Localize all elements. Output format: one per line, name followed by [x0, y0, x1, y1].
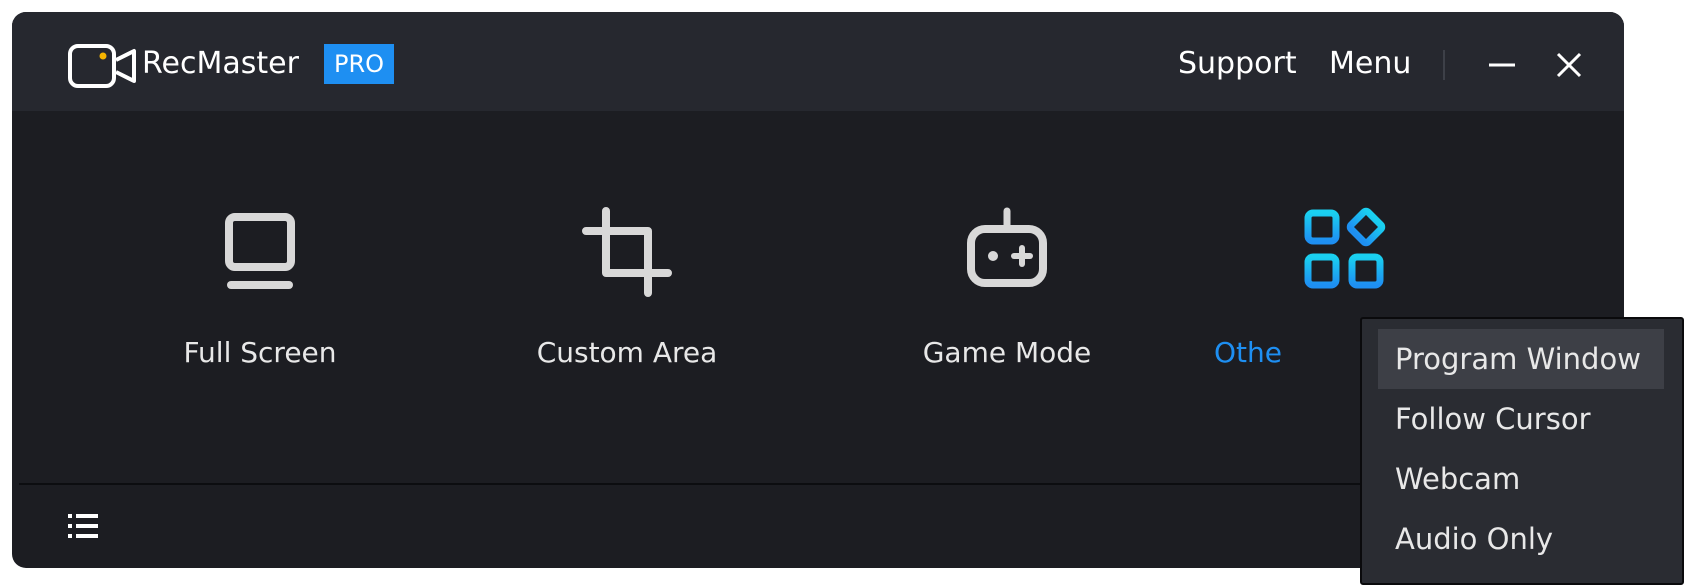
mode-full-screen[interactable]: Full Screen	[95, 207, 425, 387]
mode-label: Custom Area	[536, 336, 718, 369]
title-bar: RecMaster PRO Support Menu	[12, 12, 1624, 111]
apps-grid-icon	[1304, 207, 1386, 289]
app-title: RecMaster	[142, 46, 299, 81]
mode-label: Game Mode	[922, 336, 1092, 369]
dropdown-item-webcam[interactable]: Webcam	[1378, 449, 1664, 509]
dropdown-item-follow-cursor[interactable]: Follow Cursor	[1378, 389, 1664, 449]
mode-label: Full Screen	[183, 336, 337, 369]
gamepad-icon	[967, 207, 1047, 287]
crop-icon	[582, 207, 672, 297]
close-icon[interactable]	[1546, 42, 1592, 88]
minimize-icon[interactable]	[1479, 42, 1525, 88]
support-link[interactable]: Support	[1178, 44, 1297, 84]
menu-link[interactable]: Menu	[1329, 44, 1411, 84]
list-icon[interactable]	[66, 509, 100, 543]
camera-logo-icon	[68, 44, 136, 88]
mode-custom-area[interactable]: Custom Area	[462, 207, 792, 387]
pro-badge: PRO	[324, 44, 394, 84]
dropdown-item-program-window[interactable]: Program Window	[1378, 329, 1664, 389]
mode-game[interactable]: Game Mode	[842, 207, 1172, 387]
titlebar-divider	[1443, 50, 1445, 80]
dropdown-item-audio-only[interactable]: Audio Only	[1378, 509, 1664, 569]
other-modes-dropdown: Program Window Follow Cursor Webcam Audi…	[1360, 317, 1684, 585]
bottom-divider	[19, 483, 1409, 485]
monitor-icon	[225, 213, 295, 289]
